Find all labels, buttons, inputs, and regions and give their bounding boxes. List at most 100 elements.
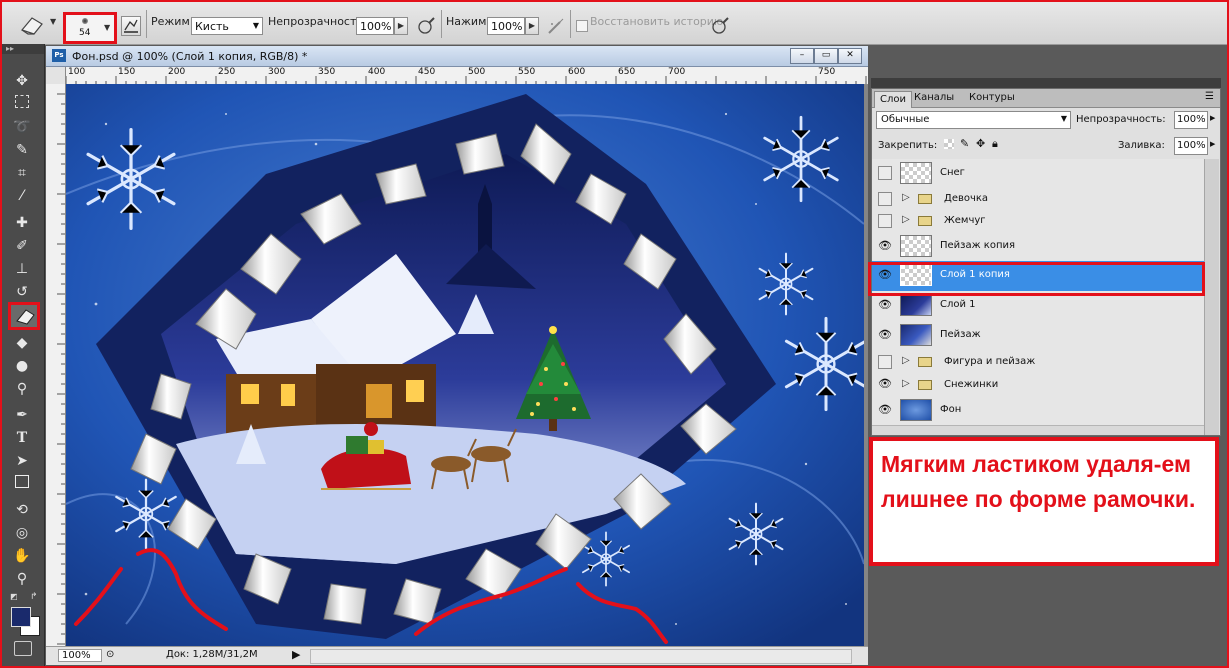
disclosure-triangle-icon[interactable]: ▷ — [902, 192, 910, 203]
toolbox-collapse-handle[interactable]: ▸▸ — [0, 44, 44, 54]
healing-brush-tool[interactable]: ✚ — [8, 212, 36, 234]
layer-name: Снежинки — [944, 379, 999, 390]
status-menu-icon[interactable]: ⊙ — [106, 649, 114, 660]
opacity-slider-button[interactable]: ▶ — [394, 17, 408, 35]
document-canvas[interactable] — [66, 84, 864, 646]
layer-row[interactable]: 👁︎ Пейзаж копия — [872, 232, 1204, 262]
brush-tool[interactable]: ✐ — [8, 235, 36, 257]
eye-icon[interactable]: 👁︎ — [876, 326, 894, 344]
visibility-toggle[interactable] — [878, 355, 892, 369]
paint-bucket-tool[interactable]: ◆ — [8, 332, 36, 354]
marquee-tool[interactable] — [8, 93, 36, 115]
mode-select[interactable]: Кисть ▼ — [191, 17, 263, 35]
clone-stamp-tool[interactable]: ⊥ — [8, 258, 36, 280]
eye-icon[interactable]: 👁︎ — [876, 375, 894, 393]
layers-scrollbar[interactable] — [1204, 159, 1219, 435]
pen-tool[interactable]: ✒ — [8, 404, 36, 426]
brush-size-value: 54 — [79, 28, 91, 38]
foreground-color-swatch[interactable] — [11, 607, 31, 627]
panel-dock-header[interactable] — [871, 78, 1221, 88]
history-brush-tool[interactable]: ↺ — [8, 281, 36, 303]
visibility-toggle[interactable] — [878, 214, 892, 228]
layer-group-row[interactable]: ▷ Девочка — [872, 188, 1204, 211]
quick-mask-button[interactable] — [14, 641, 32, 656]
default-colors-button[interactable]: ◩ — [10, 592, 18, 601]
folder-icon — [918, 216, 932, 226]
tab-layers[interactable]: Слои — [874, 91, 912, 108]
disclosure-triangle-icon[interactable]: ▷ — [902, 214, 910, 225]
tab-label: Слои — [880, 94, 906, 105]
document-title-bar[interactable]: Ps Фон.psd @ 100% (Слой 1 копия, RGB/8) … — [46, 46, 868, 67]
lasso-tool[interactable]: ➰ — [8, 116, 36, 138]
tab-channels[interactable]: Каналы — [914, 92, 954, 103]
layer-group-row[interactable]: ▷ Фигура и пейзаж — [872, 350, 1204, 374]
move-tool[interactable]: ✥ — [8, 70, 36, 92]
chevron-down-icon: ▼ — [252, 21, 259, 30]
eye-icon[interactable]: 👁︎ — [876, 237, 894, 255]
crop-tool[interactable]: ⌗ — [8, 162, 36, 184]
ruler-label: 700 — [668, 67, 686, 77]
fill-input[interactable]: 100% — [1174, 137, 1208, 155]
quick-selection-tool[interactable]: ✎ — [8, 139, 36, 161]
flow-slider-button[interactable]: ▶ — [525, 17, 539, 35]
pen-pressure-icon — [418, 17, 435, 34]
horizontal-scrollbar[interactable] — [310, 649, 852, 664]
layer-row[interactable]: Снег — [872, 159, 1204, 189]
layer-name: Фон — [940, 404, 962, 415]
erase-to-history-checkbox[interactable] — [576, 20, 588, 32]
eyedropper-tool[interactable]: ⁄ — [8, 185, 36, 207]
maximize-button[interactable]: ▭ — [814, 48, 838, 64]
eye-icon[interactable]: 👁︎ — [876, 296, 894, 314]
blur-tool[interactable]: ● — [8, 355, 36, 377]
visibility-toggle[interactable] — [878, 166, 892, 180]
flow-input[interactable]: 100% — [487, 17, 525, 35]
opacity-input[interactable]: 100% — [356, 17, 394, 35]
status-arrow-icon[interactable]: ▶ — [292, 648, 300, 661]
tablet-pressure-toggle[interactable] — [710, 16, 730, 36]
tablet-opacity-toggle[interactable] — [416, 16, 436, 36]
3d-orbit-tool[interactable]: ◎ — [8, 522, 36, 544]
eye-icon[interactable]: 👁︎ — [876, 401, 894, 419]
layer-thumbnail — [900, 399, 932, 421]
triangle-right-icon[interactable]: ▶ — [1210, 114, 1215, 122]
lock-all-icon[interactable]: 🔒︎ — [992, 137, 998, 151]
zoom-value: 100% — [62, 650, 91, 661]
shape-tool[interactable] — [8, 473, 36, 495]
close-button[interactable]: ✕ — [838, 48, 862, 64]
dodge-tool[interactable]: ⚲ — [8, 378, 36, 400]
tool-preset-picker[interactable]: ▼ — [8, 8, 60, 38]
minimize-button[interactable]: – — [790, 48, 814, 64]
layer-group-row[interactable]: 👁︎ ▷ Снежинки — [872, 373, 1204, 397]
layer-row[interactable]: 👁︎ Пейзаж — [872, 321, 1204, 351]
triangle-right-icon[interactable]: ▶ — [1210, 140, 1215, 148]
layer-opacity-label: Непрозрачность: — [1076, 114, 1166, 125]
options-bar: ▼ 54 ▼ Режим: Кисть ▼ Непрозрачность: 10… — [0, 0, 1229, 45]
brush-panel-toggle[interactable] — [121, 16, 141, 36]
mode-label: Режим: — [151, 15, 194, 28]
ruler-ticks — [57, 93, 65, 645]
panel-menu-icon[interactable]: ☰ — [1205, 91, 1214, 102]
3d-rotate-tool[interactable]: ⟲ — [8, 499, 36, 521]
lock-pixels-icon[interactable]: ✎ — [960, 137, 969, 150]
blend-mode-select[interactable]: Обычные ▼ — [876, 111, 1071, 129]
disclosure-triangle-icon[interactable]: ▷ — [902, 355, 910, 366]
layer-opacity-input[interactable]: 100% — [1174, 111, 1208, 129]
eraser-tool[interactable] — [8, 302, 40, 330]
zoom-field[interactable]: 100% — [58, 649, 102, 662]
swap-colors-button[interactable]: ↱ — [30, 592, 38, 602]
lock-transparency-icon[interactable] — [944, 139, 954, 149]
lock-position-icon[interactable]: ✥ — [976, 137, 985, 150]
tab-paths[interactable]: Контуры — [969, 92, 1015, 103]
layer-row[interactable]: 👁︎ Фон — [872, 396, 1204, 426]
ruler-origin-box[interactable] — [46, 67, 66, 84]
path-selection-tool[interactable]: ➤ — [8, 450, 36, 472]
type-tool[interactable]: T — [8, 427, 36, 449]
disclosure-triangle-icon[interactable]: ▷ — [902, 378, 910, 389]
brush-preset-picker[interactable]: 54 ▼ — [63, 12, 117, 44]
layer-group-row[interactable]: ▷ Жемчуг — [872, 210, 1204, 233]
visibility-toggle[interactable] — [878, 192, 892, 206]
zoom-tool[interactable]: ⚲ — [8, 568, 36, 590]
ruler-label: 600 — [568, 67, 586, 77]
hand-tool[interactable]: ✋ — [8, 545, 36, 567]
airbrush-toggle[interactable] — [546, 16, 566, 36]
